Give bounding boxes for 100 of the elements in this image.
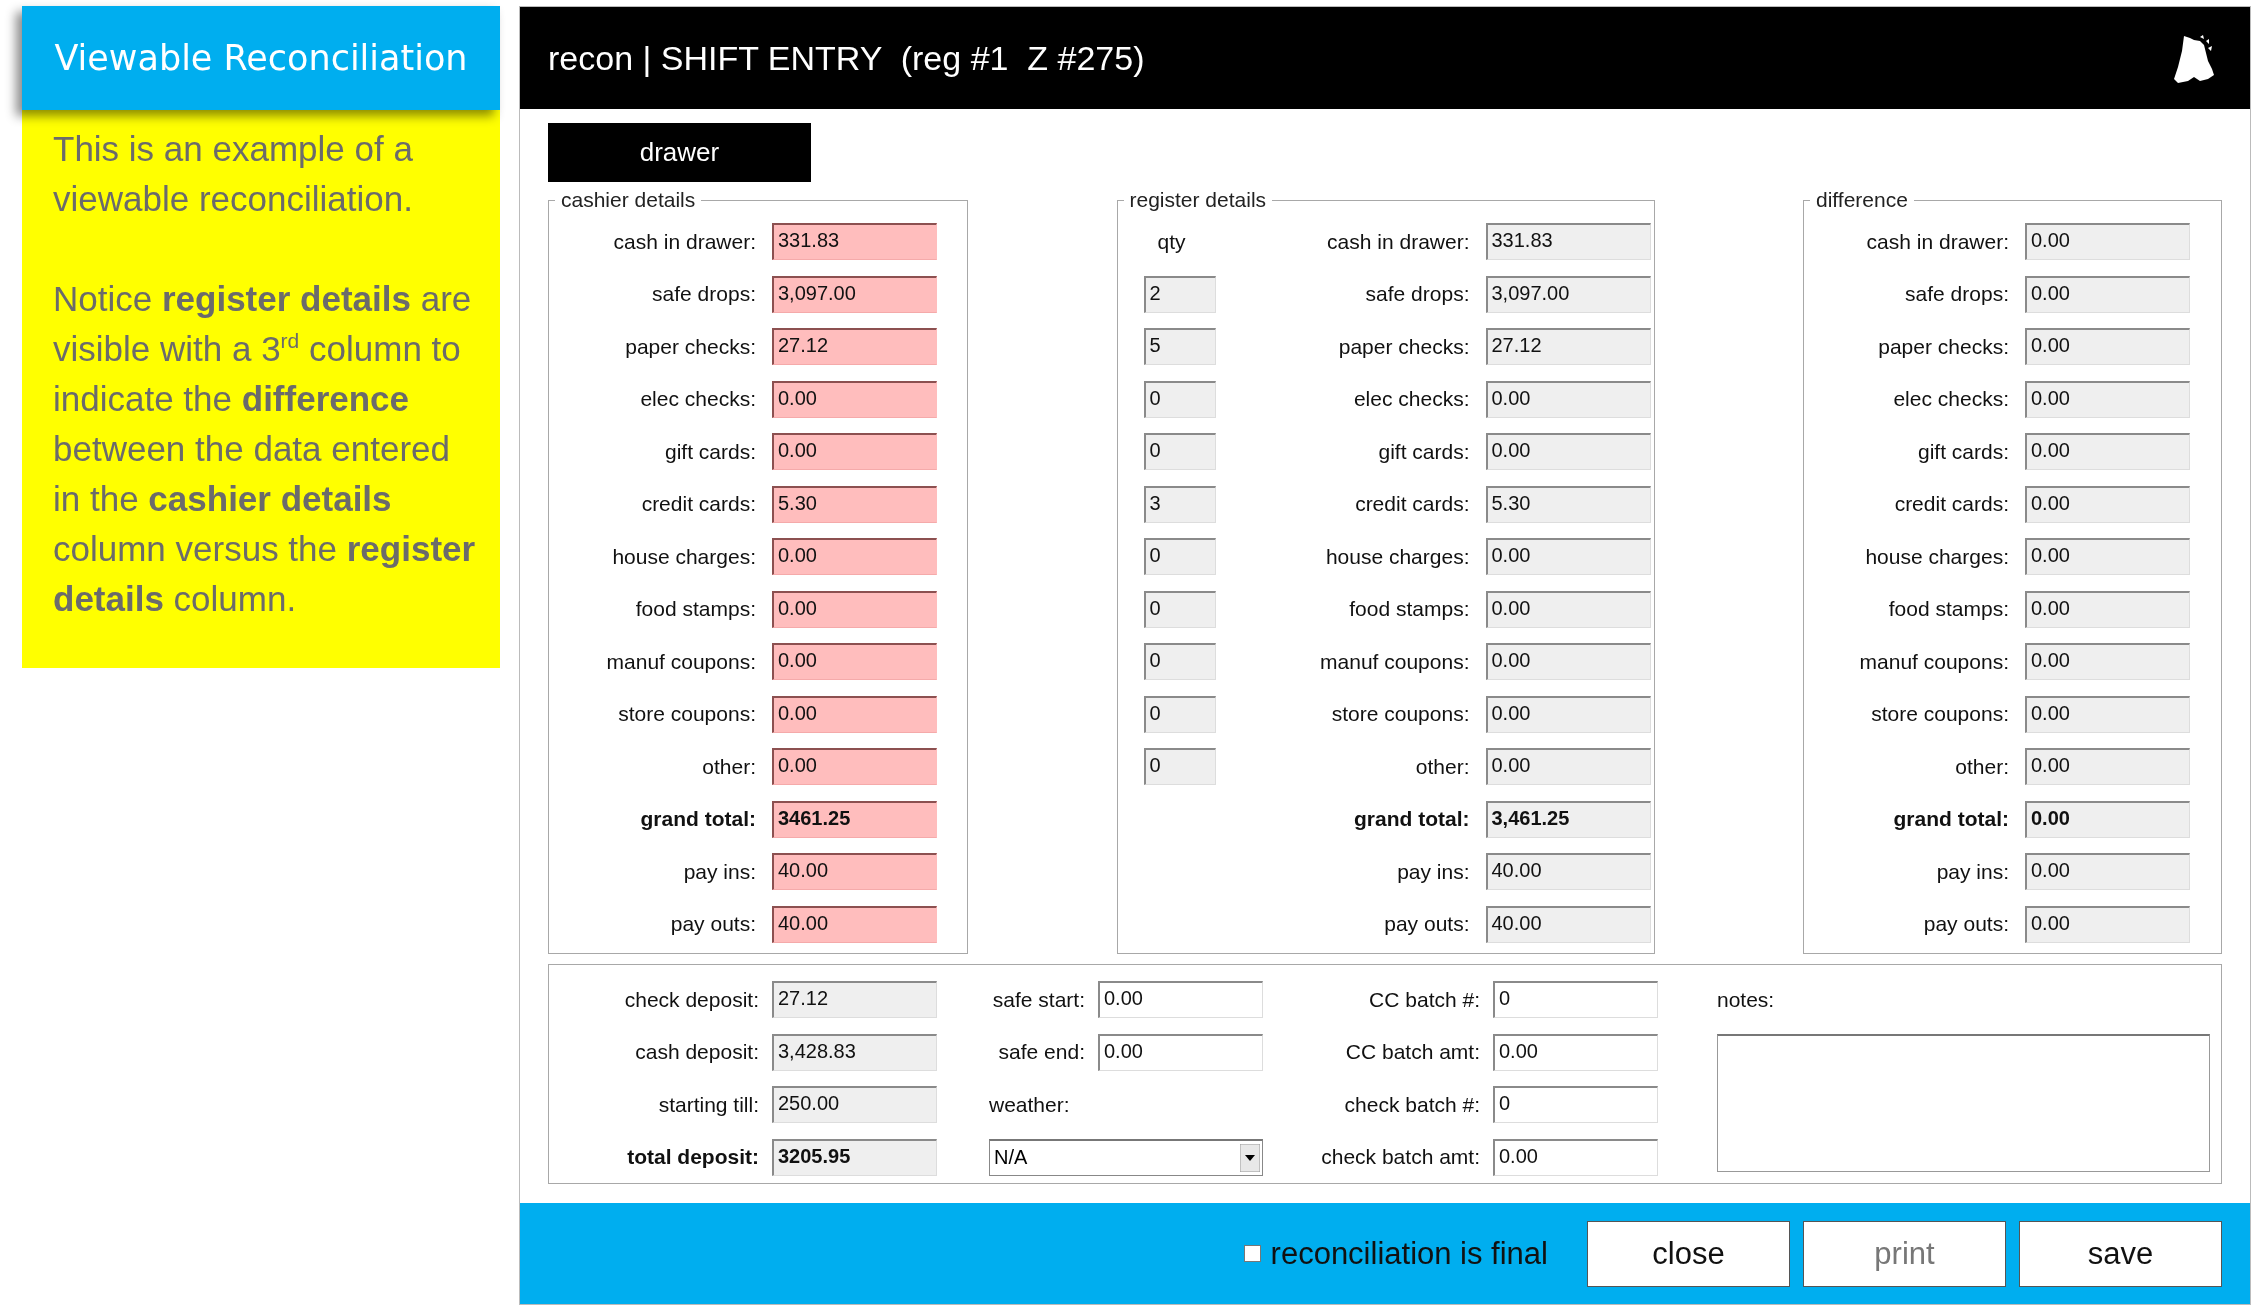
field-label: elec checks:	[639, 387, 756, 411]
value-field[interactable]: 0.00	[2025, 590, 2190, 628]
qty-field[interactable]: 0	[1143, 643, 1216, 680]
value-field[interactable]: 0.00	[1485, 380, 1651, 418]
value-field[interactable]: 40.00	[772, 905, 937, 943]
value-field[interactable]: 27.12	[772, 981, 937, 1018]
field-label: elec checks:	[1352, 387, 1471, 411]
value-field[interactable]: 0.00	[1485, 590, 1651, 628]
field-label: total deposit:	[626, 1145, 760, 1169]
value-field[interactable]: 0.00	[1485, 695, 1651, 733]
value-field[interactable]: 0.00	[1493, 1138, 1658, 1176]
value-field[interactable]: 5.30	[772, 485, 937, 523]
value-field[interactable]: 27.12	[772, 328, 937, 365]
value-field[interactable]: 3461.25	[772, 800, 937, 838]
value-field[interactable]: 0.00	[772, 695, 937, 733]
value-field[interactable]: 27.12	[1485, 328, 1651, 365]
field-label: cash in drawer:	[612, 229, 756, 254]
value-field[interactable]: 0.00	[772, 643, 937, 680]
value-field[interactable]: 0.00	[1485, 643, 1651, 680]
value-field[interactable]: 0.00	[2025, 905, 2190, 943]
field-label: other:	[701, 754, 756, 779]
field-label: gift cards:	[1916, 439, 2009, 464]
value-field[interactable]: 3,428.83	[772, 1033, 937, 1071]
value-field[interactable]: 0.00	[2025, 538, 2190, 575]
qty-field[interactable]: 0	[1143, 538, 1216, 575]
footer-button[interactable]: close	[1587, 1220, 1790, 1287]
field-label: credit cards:	[1893, 492, 2009, 516]
value-field[interactable]: 3,097.00	[772, 275, 937, 313]
value-field[interactable]: 0.00	[2025, 800, 2190, 838]
value-field[interactable]: 0.00	[1485, 748, 1651, 785]
value-field[interactable]: 0.00	[772, 748, 937, 785]
window-title: recon | SHIFT ENTRY (reg #1 Z #275)	[548, 38, 1145, 78]
qty-field[interactable]: 0	[1143, 590, 1216, 628]
value-field[interactable]: 331.83	[772, 223, 937, 260]
field-label: check deposit:	[623, 987, 760, 1012]
notes-field[interactable]	[1717, 1033, 2210, 1172]
value-field[interactable]: 0.00	[2025, 748, 2190, 785]
value-field[interactable]: 250.00	[772, 1086, 937, 1123]
qty-field[interactable]: 0	[1143, 380, 1216, 418]
value-field[interactable]: 0.00	[2025, 853, 2190, 890]
field-label: manuf coupons:	[1858, 649, 2009, 674]
drawer-tab[interactable]: drawer	[548, 123, 811, 182]
value-field[interactable]: 40.00	[1485, 853, 1651, 890]
value-field[interactable]: 0.00	[1485, 538, 1651, 575]
field-label: pay ins:	[1935, 859, 2009, 884]
callout-title: Viewable Reconciliation	[54, 38, 468, 78]
checkbox[interactable]	[1243, 1245, 1261, 1262]
field-label: paper checks:	[624, 334, 756, 359]
panel-legend: difference	[1810, 188, 1914, 212]
value-field[interactable]: 3205.95	[772, 1138, 937, 1176]
value-field[interactable]: 40.00	[772, 853, 937, 890]
value-field[interactable]: 0.00	[2025, 433, 2190, 470]
footer-button[interactable]: save	[2019, 1220, 2222, 1287]
value-field[interactable]: 0	[1493, 981, 1658, 1018]
qty-field[interactable]: 0	[1143, 748, 1216, 785]
qty-field[interactable]: 0	[1143, 433, 1216, 470]
field-label: credit cards:	[1354, 492, 1471, 516]
panel-legend: register details	[1123, 188, 1273, 212]
field-label: safe start:	[991, 987, 1086, 1012]
value-field[interactable]: 0.00	[772, 590, 937, 628]
qty-field[interactable]: 5	[1143, 328, 1216, 365]
field-label: safe drops:	[1364, 282, 1471, 306]
value-field[interactable]: 0.00	[2025, 275, 2190, 313]
field-label: safe drops:	[1904, 282, 2009, 306]
callout-paragraph: This is an example of a viewable reconciliation.	[53, 128, 414, 220]
value-field[interactable]: 3,461.25	[1485, 800, 1651, 838]
value-field[interactable]: 331.83	[1485, 223, 1651, 260]
value-field[interactable]: 3,097.00	[1485, 275, 1651, 313]
field-label: check batch amt:	[1320, 1145, 1481, 1169]
value-field[interactable]: 0.00	[2025, 695, 2190, 733]
value-field[interactable]: 0.00	[1493, 1033, 1658, 1071]
field-label: other:	[1954, 754, 2009, 779]
value-field[interactable]: 40.00	[1485, 905, 1651, 943]
value-field[interactable]: 5.30	[1485, 485, 1651, 523]
value-field[interactable]: 0.00	[2025, 485, 2190, 523]
field-label: grand total:	[639, 807, 756, 831]
value-field[interactable]: 0.00	[1098, 1033, 1263, 1071]
field-label: other:	[1414, 754, 1471, 779]
value-field[interactable]: 0.00	[2025, 643, 2190, 680]
value-field[interactable]: 0.00	[1485, 433, 1651, 470]
value-field[interactable]: 0.00	[2025, 223, 2190, 260]
qty-field[interactable]: 3	[1143, 485, 1216, 523]
field-label: pay outs:	[1922, 912, 2009, 936]
weather-dropdown[interactable]: N/A	[989, 1138, 1263, 1176]
qty-header: qty	[1156, 229, 1187, 254]
value-field[interactable]: 0.00	[2025, 328, 2190, 365]
field-label: safe drops:	[651, 282, 756, 306]
value-field[interactable]: 0.00	[772, 538, 937, 575]
value-field[interactable]: 0.00	[1098, 981, 1263, 1018]
value-field[interactable]: 0	[1493, 1086, 1658, 1123]
field-label: starting till:	[657, 1092, 760, 1117]
value-field[interactable]: 0.00	[2025, 380, 2190, 418]
value-field[interactable]: 0.00	[772, 380, 937, 418]
qty-field[interactable]: 2	[1143, 275, 1216, 313]
final-checkbox[interactable]: reconciliation is final	[1243, 1235, 1548, 1272]
field-label: manuf coupons:	[605, 649, 756, 674]
qty-field[interactable]: 0	[1143, 695, 1216, 733]
value-field[interactable]: 0.00	[772, 433, 937, 470]
field-label: pay ins:	[682, 859, 756, 884]
field-label: CC batch #:	[1368, 987, 1481, 1012]
